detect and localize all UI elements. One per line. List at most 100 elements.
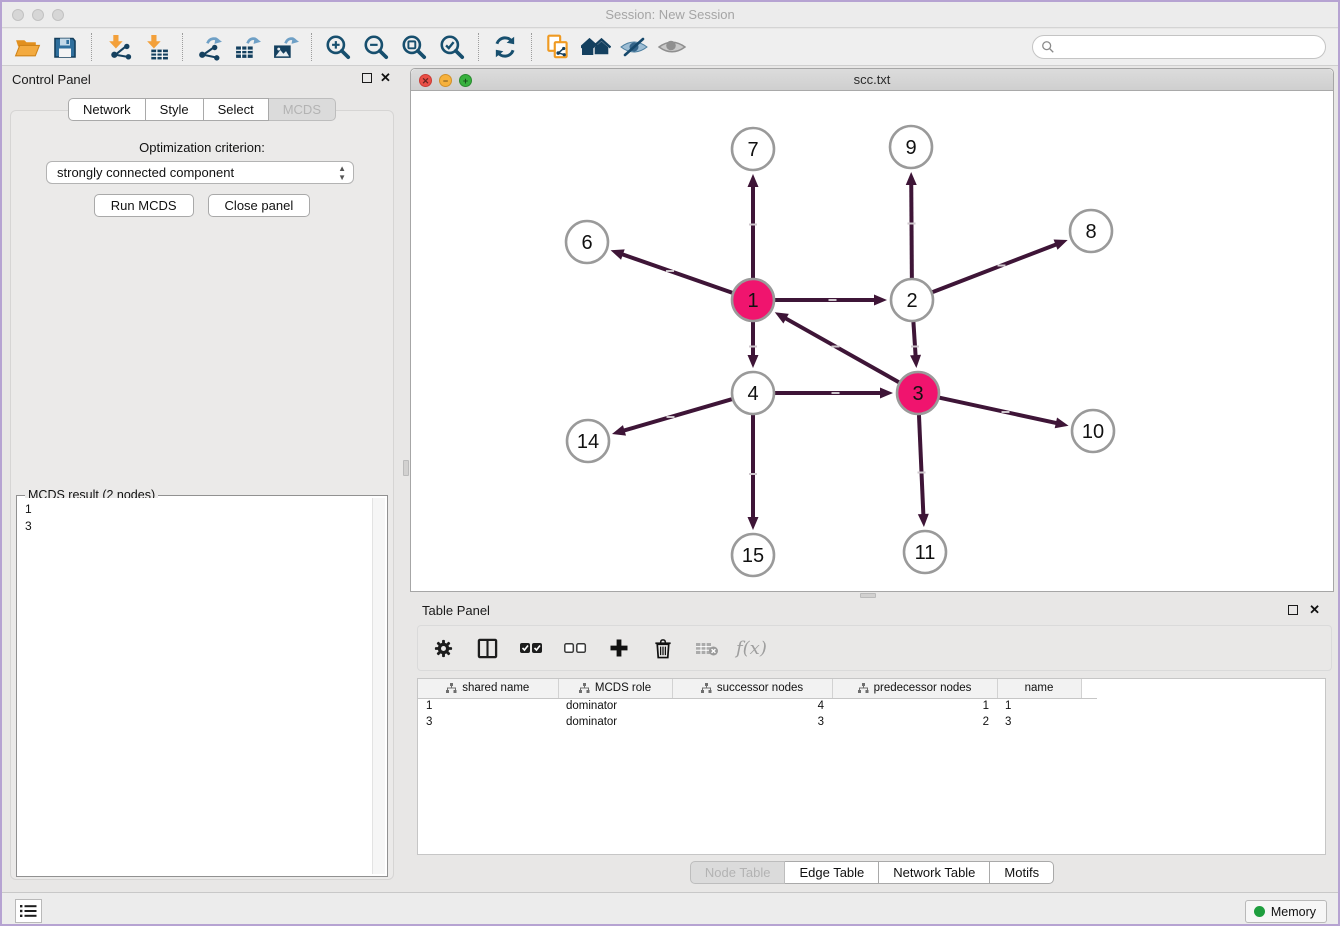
graph-edge-4-3[interactable] [775,388,893,399]
export-network-icon [196,34,223,61]
optimization-select[interactable]: strongly connected component ▲▼ [46,161,354,184]
refresh-view-button[interactable] [486,30,524,64]
tab-style[interactable]: Style [146,98,204,121]
first-neighbors-button[interactable] [577,30,615,64]
graph-node-label: 7 [747,139,758,161]
graph-node-label: 8 [1085,221,1096,243]
close-panel-icon[interactable]: ✕ [380,70,391,86]
memory-button[interactable]: Memory [1245,900,1327,923]
graph-node-2[interactable]: 2 [891,279,933,321]
graph-edge-1-7[interactable] [748,174,759,278]
export-table-icon [234,34,261,61]
zoom-out-button[interactable] [357,30,395,64]
splitter-grip[interactable] [403,460,409,476]
graph-edge-2-3[interactable] [910,322,921,368]
close-panel-icon[interactable]: ✕ [1309,602,1320,618]
tab-network[interactable]: Network [68,98,146,121]
cell-shared-name[interactable]: 1 [418,698,558,714]
graph-edge-3-11[interactable] [918,415,929,527]
close-panel-button[interactable]: Close panel [208,194,311,217]
cell-mcds-role[interactable]: dominator [558,714,672,730]
float-panel-icon[interactable] [362,73,372,83]
tab-select[interactable]: Select [204,98,269,121]
table-panel: Table Panel ✕ [410,599,1334,892]
zoom-fit-button[interactable] [395,30,433,64]
cell-successor-nodes[interactable]: 3 [672,714,832,730]
result-scrollbar[interactable] [372,498,385,874]
column-type-icon [579,683,590,694]
graph-node-label: 4 [747,383,758,405]
graph-node-3[interactable]: 3 [897,372,939,414]
tab-edge-table[interactable]: Edge Table [785,861,879,884]
column-header-shared-name[interactable]: shared name [418,679,558,698]
graph-node-6[interactable]: 6 [566,221,608,263]
graph-edge-3-10[interactable] [939,398,1068,429]
table-options-button[interactable] [428,632,458,664]
network-window-titlebar[interactable]: ✕ − + scc.txt [411,69,1333,91]
graph-edge-3-1[interactable] [775,312,899,382]
graph-edge-4-14[interactable] [612,399,732,436]
tab-motifs[interactable]: Motifs [990,861,1054,884]
graph-node-7[interactable]: 7 [732,128,774,170]
column-header-mcds-role[interactable]: MCDS role [558,679,672,698]
select-all-button[interactable] [516,632,546,664]
cell-predecessor-nodes[interactable]: 1 [832,698,997,714]
open-file-button[interactable] [8,30,46,64]
graph-node-14[interactable]: 14 [567,420,609,462]
cell-predecessor-nodes[interactable]: 2 [832,714,997,730]
tab-node-table[interactable]: Node Table [690,861,786,884]
tab-mcds[interactable]: MCDS [269,98,336,121]
table-row[interactable]: 1 dominator 4 1 1 [418,698,1097,714]
graph-edge-2-8[interactable] [933,240,1068,293]
network-canvas[interactable]: 7 9 6 8 1 2 4 3 14 10 15 11 [411,91,1333,591]
graph-node-8[interactable]: 8 [1070,210,1112,252]
task-history-button[interactable] [15,899,42,923]
tab-network-table[interactable]: Network Table [879,861,990,884]
import-table-button[interactable] [137,30,175,64]
export-network-button[interactable] [190,30,228,64]
deselect-all-button[interactable] [560,632,590,664]
show-columns-button[interactable] [472,632,502,664]
graph-node-9[interactable]: 9 [890,126,932,168]
delete-column-button[interactable] [648,632,678,664]
cell-successor-nodes[interactable]: 4 [672,698,832,714]
copy-view-button[interactable] [539,30,577,64]
table-row[interactable]: 3 dominator 3 2 3 [418,714,1097,730]
cell-name[interactable]: 1 [997,698,1081,714]
save-session-button[interactable] [46,30,84,64]
column-header-name[interactable]: name [997,679,1081,698]
float-panel-icon[interactable] [1288,605,1298,615]
export-table-button[interactable] [228,30,266,64]
graph-node-10[interactable]: 10 [1072,410,1114,452]
search-input[interactable] [1055,38,1325,56]
gear-icon [433,638,454,659]
graph-edge-2-9[interactable] [906,172,917,278]
graph-node-15[interactable]: 15 [732,534,774,576]
zoom-selected-button[interactable] [433,30,471,64]
column-header-successor-nodes[interactable]: successor nodes [672,679,832,698]
cell-mcds-role[interactable]: dominator [558,698,672,714]
add-column-button[interactable] [604,632,634,664]
vertical-splitter[interactable] [402,66,410,892]
export-image-button[interactable] [266,30,304,64]
hide-selected-button[interactable] [615,30,653,64]
splitter-grip[interactable] [860,593,876,598]
graph-edge-1-6[interactable] [611,249,733,292]
import-network-button[interactable] [99,30,137,64]
column-header-predecessor-nodes[interactable]: predecessor nodes [832,679,997,698]
graph-node-11[interactable]: 11 [904,531,946,573]
show-all-button[interactable] [653,30,691,64]
graph-edge-4-15[interactable] [748,415,759,530]
run-mcds-button[interactable]: Run MCDS [94,194,194,217]
cell-shared-name[interactable]: 3 [418,714,558,730]
zoom-in-button[interactable] [319,30,357,64]
graph-node-label: 11 [915,542,936,564]
mcds-result-text[interactable]: 1 3 [19,498,385,874]
graph-edge-1-2[interactable] [775,295,887,306]
toolbar-separator [478,33,479,61]
cell-name[interactable]: 3 [997,714,1081,730]
graph-node-1[interactable]: 1 [732,279,774,321]
horizontal-splitter[interactable] [410,592,1334,599]
graph-edge-1-4[interactable] [748,322,759,368]
graph-node-4[interactable]: 4 [732,372,774,414]
